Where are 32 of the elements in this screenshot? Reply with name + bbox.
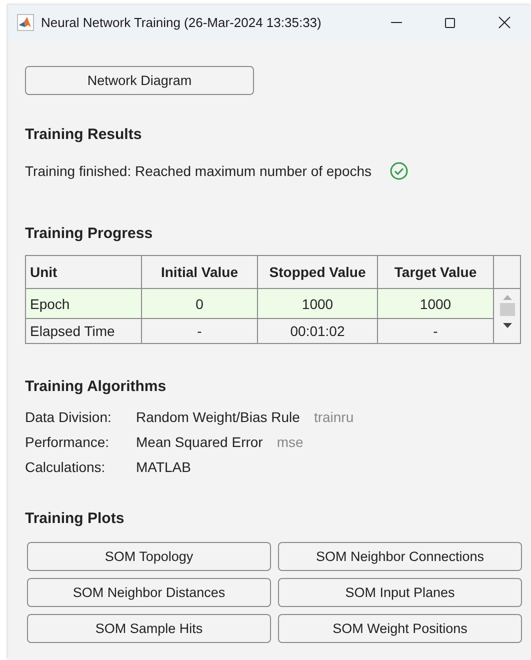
function-name: trainru <box>314 409 354 425</box>
table-cell: 1000 <box>378 289 494 319</box>
plot-button[interactable]: SOM Sample Hits <box>27 614 271 643</box>
field-value: Mean Squared Error <box>136 434 263 450</box>
section-heading: Training Results <box>25 126 143 143</box>
table-cell: 0 <box>142 289 258 319</box>
scroll-down-icon[interactable] <box>502 323 512 328</box>
scrollbar-thumb[interactable] <box>500 303 514 316</box>
minimize-icon <box>390 22 402 23</box>
scroll-up-icon[interactable] <box>502 295 512 300</box>
table-cell: 1000 <box>258 289 378 319</box>
plot-button[interactable]: SOM Topology <box>27 542 271 571</box>
field-label: Performance: <box>25 434 110 450</box>
section-heading: Training Progress <box>25 225 154 242</box>
field-label: Data Division: <box>25 409 112 425</box>
window-title: Neural Network Training (26-Mar-2024 13:35:33) <box>41 15 322 30</box>
function-name: mse <box>276 434 304 450</box>
field-value: MATLAB <box>136 459 191 475</box>
table-cell: Epoch <box>26 289 142 319</box>
maximize-icon <box>444 16 456 28</box>
network-diagram-button[interactable]: Network Diagram <box>25 66 254 95</box>
field-label: Calculations: <box>25 459 106 475</box>
section-heading: Training Algorithms <box>25 378 168 395</box>
close-icon <box>498 16 510 29</box>
app-logo-icon <box>17 14 34 31</box>
plot-button[interactable]: SOM Input Planes <box>278 578 522 607</box>
plot-button[interactable]: SOM Weight Positions <box>278 614 522 643</box>
section-heading: Training Plots <box>25 510 126 527</box>
field-value: Random Weight/Bias Rule <box>136 409 300 425</box>
plot-button[interactable]: SOM Neighbor Connections <box>278 542 522 571</box>
plot-button[interactable]: SOM Neighbor Distances <box>27 578 271 607</box>
status-message: Training finished: Reached maximum number of epochs <box>25 163 372 179</box>
